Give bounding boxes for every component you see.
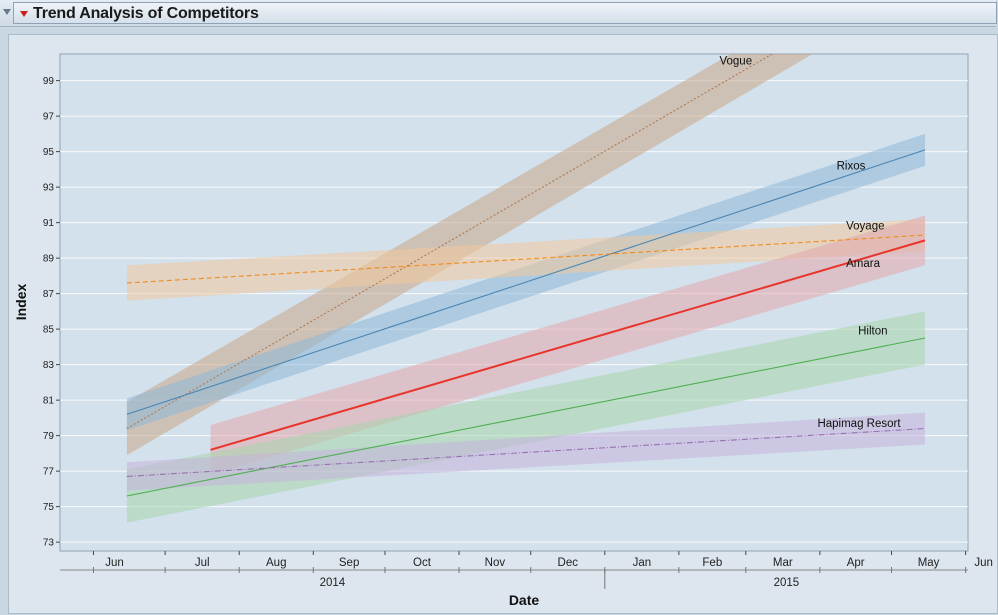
x-tick-label: Sep <box>339 557 359 569</box>
series-label-amara: Amara <box>846 258 880 270</box>
x-tick-label: Feb <box>702 557 722 569</box>
x-axis-title: Date <box>509 592 540 608</box>
y-tick-label: 91 <box>43 218 55 229</box>
y-tick-label: 99 <box>43 76 55 87</box>
series-label-hapimag-resort: Hapimag Resort <box>817 418 901 430</box>
y-axis-title: Index <box>13 284 29 321</box>
x-tick-label: Dec <box>558 557 579 569</box>
x-tick-label: Nov <box>485 557 506 569</box>
x-year-label: 2014 <box>320 577 346 589</box>
x-tick-label: Jun <box>974 557 993 569</box>
y-tick-label: 77 <box>43 467 55 478</box>
y-tick-label: 97 <box>43 112 55 123</box>
x-tick-label: Mar <box>773 557 793 569</box>
x-axis-ticks: Jun Jul Aug Sep Oct Nov Dec Jan Feb Mar Apr May Jun 2… <box>60 551 993 589</box>
x-tick-label: Aug <box>266 557 286 569</box>
y-tick-label: 81 <box>43 396 55 407</box>
y-tick-label: 89 <box>43 254 55 265</box>
y-tick-label: 83 <box>43 360 55 371</box>
x-tick-label: Jul <box>195 557 210 569</box>
series-label-vogue: Vogue <box>719 56 752 68</box>
y-tick-label: 73 <box>43 538 55 549</box>
y-axis-ticks: 73 75 77 79 81 83 85 87 89 91 93 95 97 99 <box>43 76 60 549</box>
x-tick-label: Oct <box>413 557 432 569</box>
x-tick-label: Jun <box>105 557 124 569</box>
y-tick-label: 85 <box>43 325 55 336</box>
x-tick-label: Apr <box>847 557 865 569</box>
y-tick-label: 93 <box>43 183 55 194</box>
y-tick-label: 87 <box>43 289 55 300</box>
x-tick-label: Jan <box>633 557 652 569</box>
trend-chart: Vogue Rixos Voyage Amara Hilton Hapimag Resor… <box>13 53 993 608</box>
y-tick-label: 79 <box>43 431 55 442</box>
series-label-hilton: Hilton <box>858 325 887 337</box>
x-year-label: 2015 <box>774 577 800 589</box>
y-tick-label: 95 <box>43 147 55 158</box>
y-tick-label: 75 <box>43 502 55 513</box>
series-label-voyage: Voyage <box>846 221 884 233</box>
x-tick-label: May <box>918 557 940 569</box>
series-label-rixos: Rixos <box>837 160 866 172</box>
